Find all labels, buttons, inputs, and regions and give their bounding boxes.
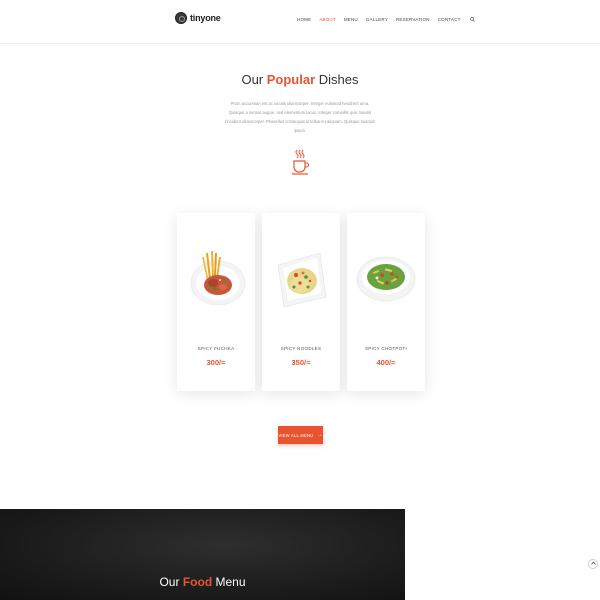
title-accent: Food (182, 575, 213, 589)
dish-image-noodles (277, 252, 327, 308)
view-all-menu-button[interactable]: VIEW ALL MENU → (278, 426, 323, 444)
dish-name: SPICY NOODLES (280, 346, 322, 351)
title-prefix: Our (241, 72, 264, 87)
nav-item-menu[interactable]: MENU (344, 17, 358, 24)
nav-item-contact[interactable]: CONTACT (438, 17, 461, 24)
nav-item-reservation[interactable]: RESERVATION (396, 17, 430, 24)
popular-intro-text: Proin accumsan est ac iaculis ullamcorpe… (225, 101, 375, 133)
title-accent: Popular (266, 72, 316, 87)
dish-name: SPICY CHOTPOTI (364, 346, 408, 351)
dish-price: 300/= (206, 358, 226, 367)
title-suffix: Menu (215, 575, 246, 589)
title-suffix: Dishes (318, 72, 359, 87)
dish-image-fuchka (190, 250, 246, 306)
logo[interactable]: tinyone (175, 12, 221, 24)
food-menu-title: Our Food Menu (0, 575, 405, 589)
popular-dishes-list: SPICY FUCHKA 300/= SPICY NOODLES 350/= S… (177, 213, 425, 391)
nav-item-about[interactable]: ABOUT (319, 17, 336, 24)
logo-text: tinyone (190, 13, 221, 23)
scroll-to-top-button[interactable] (588, 559, 598, 569)
dish-card[interactable]: SPICY CHOTPOTI 400/= (347, 213, 425, 391)
arrow-right-icon: → (317, 432, 323, 438)
chevron-up-icon (590, 561, 596, 567)
dish-image-chotpoti (356, 256, 416, 302)
dish-price: 400/= (376, 358, 396, 367)
dish-card[interactable]: SPICY NOODLES 350/= (262, 213, 340, 391)
dish-card[interactable]: SPICY FUCHKA 300/= (177, 213, 255, 391)
search-icon[interactable] (469, 17, 475, 24)
dish-name: SPICY FUCHKA (197, 346, 235, 351)
site-header: tinyone HOME ABOUT MENU GALLERY RESERVAT… (0, 0, 600, 44)
main-nav: HOME ABOUT MENU GALLERY RESERVATION CONT… (297, 17, 475, 24)
nav-item-gallery[interactable]: GALLERY (366, 17, 388, 24)
view-all-menu-label: VIEW ALL MENU (278, 432, 314, 438)
coffee-cup-icon (291, 148, 310, 176)
title-prefix: Our (159, 575, 180, 589)
nav-item-home[interactable]: HOME (297, 17, 311, 24)
dish-price: 350/= (291, 358, 311, 367)
logo-icon (175, 12, 187, 24)
popular-dishes-title: Our Popular Dishes (0, 72, 600, 87)
